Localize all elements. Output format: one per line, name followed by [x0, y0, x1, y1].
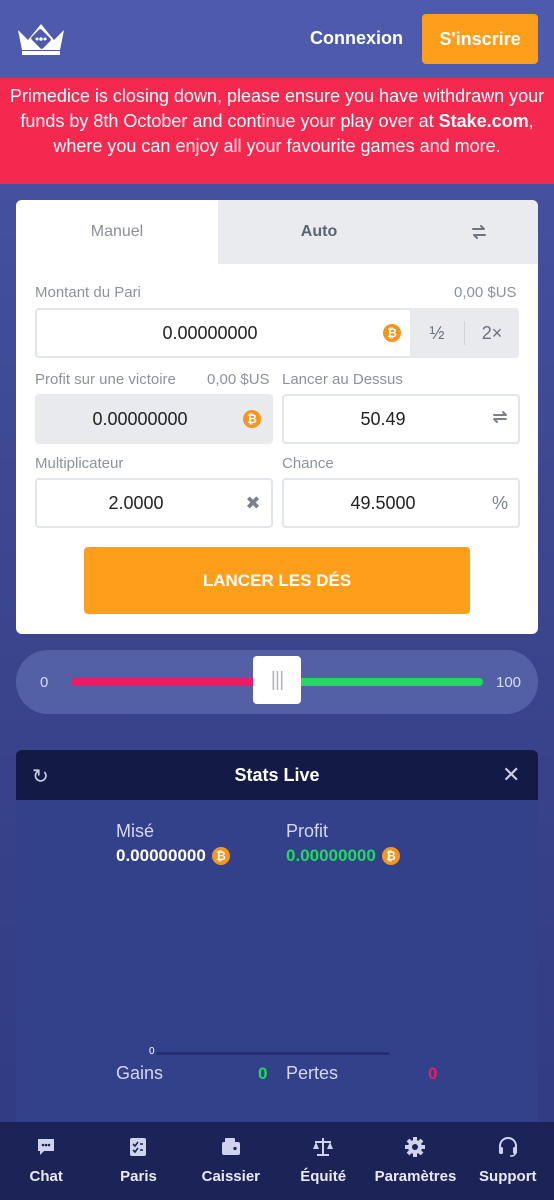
wagered-value: 0.00000000	[116, 846, 206, 865]
nav-item-support[interactable]: Support	[462, 1122, 554, 1200]
tab-manual[interactable]: Manuel	[16, 200, 218, 264]
times-icon: ✖	[245, 492, 261, 513]
nav-item-cashier[interactable]: Caissier	[185, 1122, 277, 1200]
nav-label: Équité	[300, 1168, 347, 1185]
wins-value: 0	[258, 1064, 268, 1083]
roll-over-input[interactable]: 50.49	[282, 394, 520, 444]
banner-stake-link[interactable]: Stake.com	[439, 111, 529, 131]
bets-icon	[130, 1138, 147, 1156]
chance-value: 49.5000	[350, 492, 416, 513]
close-icon[interactable]: ✕	[502, 762, 520, 788]
login-link[interactable]: Connexion	[310, 28, 403, 49]
bet-panel: Manuel Auto Montant du Pari 0,00 $US 0.0…	[16, 200, 538, 634]
live-stats-header: ↻ Stats Live ✕	[16, 750, 538, 800]
nav-label: Caissier	[201, 1168, 260, 1185]
wins-label: Gains	[116, 1063, 164, 1083]
bottom-nav: Chat Paris Caissier Équité Paramètres Su…	[0, 1122, 554, 1200]
profit-stat-label: Profit	[286, 821, 329, 841]
half-bet-button[interactable]: ½	[410, 323, 464, 344]
chart-zero-label: 0	[149, 1046, 155, 1057]
profit-amount: 0.00000000 ₿	[286, 846, 400, 866]
roll-over-value: 50.49	[360, 408, 406, 429]
header: Connexion S'inscrire	[0, 0, 554, 78]
nav-item-fairness[interactable]: Équité	[277, 1122, 369, 1200]
bitcoin-icon: ₿	[243, 410, 261, 428]
swap-roll-icon[interactable]	[482, 408, 518, 431]
bet-multiplier-buttons: ½ 2×	[410, 308, 519, 358]
profit-usd: 0,00 $US	[207, 371, 270, 388]
bet-mode-tabs: Manuel Auto	[16, 200, 538, 264]
headset-icon	[498, 1137, 517, 1157]
tab-auto[interactable]: Auto	[218, 200, 420, 264]
slider-max-label: 100	[496, 674, 522, 691]
bitcoin-icon: ₿	[211, 847, 230, 865]
chance-label: Chance	[282, 455, 334, 472]
swap-icon	[472, 225, 486, 239]
nav-item-chat[interactable]: Chat	[0, 1122, 92, 1200]
slider-loss-range	[71, 678, 271, 686]
live-stats-panel: ↻ Stats Live ✕ Misé 0.00000000 ₿ Profit …	[16, 750, 538, 1122]
nav-label: Support	[479, 1168, 537, 1185]
chance-input[interactable]: 49.5000 %	[282, 478, 520, 528]
roll-dice-button[interactable]: LANCER LES DÉS	[84, 547, 470, 614]
bitcoin-icon: ₿	[381, 847, 400, 865]
bet-amount-value: 0.00000000	[162, 322, 258, 343]
double-bet-button[interactable]: 2×	[465, 323, 519, 344]
nav-item-settings[interactable]: Paramètres	[369, 1122, 461, 1200]
losses-value: 0	[428, 1064, 438, 1083]
signup-button[interactable]: S'inscrire	[422, 14, 538, 64]
multiplier-value: 2.0000	[108, 492, 164, 513]
crown-dice-logo-icon[interactable]	[16, 20, 66, 56]
wagered-amount: 0.00000000 ₿	[116, 846, 230, 866]
nav-label: Paramètres	[374, 1168, 457, 1185]
slider-min-label: 0	[40, 674, 49, 691]
losses-label: Pertes	[286, 1063, 339, 1083]
roll-slider[interactable]: 0 ||| 100	[16, 650, 538, 714]
nav-label: Chat	[29, 1168, 63, 1185]
wallet-icon	[221, 1138, 240, 1155]
nav-label: Paris	[120, 1168, 157, 1185]
multiplier-label: Multiplicateur	[35, 455, 124, 472]
percent-icon: %	[491, 492, 508, 513]
roll-over-label: Lancer au Dessus	[282, 371, 403, 388]
slider-handle[interactable]: |||	[253, 656, 301, 704]
profit-field: 0.00000000 ₿	[35, 394, 273, 444]
gear-icon	[405, 1137, 426, 1157]
slider-win-range	[286, 678, 483, 686]
chat-icon	[38, 1139, 55, 1155]
profit-chart-line	[156, 1052, 390, 1055]
bet-amount-input[interactable]: 0.00000000 ₿	[35, 308, 413, 358]
nav-item-bets[interactable]: Paris	[92, 1122, 184, 1200]
bitcoin-icon: ₿	[383, 324, 401, 342]
profit-value: 0.00000000	[92, 408, 188, 429]
multiplier-input[interactable]: 2.0000 ✖	[35, 478, 273, 528]
tab-switch[interactable]	[420, 200, 538, 264]
live-stats-title: Stats Live	[234, 765, 320, 785]
profit-stat-value: 0.00000000	[286, 846, 376, 865]
bet-amount-usd: 0,00 $US	[454, 284, 517, 301]
closing-notice-banner: Primedice is closing down, please ensure…	[0, 78, 554, 184]
bet-amount-label: Montant du Pari	[35, 284, 141, 301]
scale-icon	[313, 1138, 334, 1156]
profit-label: Profit sur une victoire	[35, 371, 176, 388]
wagered-label: Misé	[116, 821, 155, 841]
